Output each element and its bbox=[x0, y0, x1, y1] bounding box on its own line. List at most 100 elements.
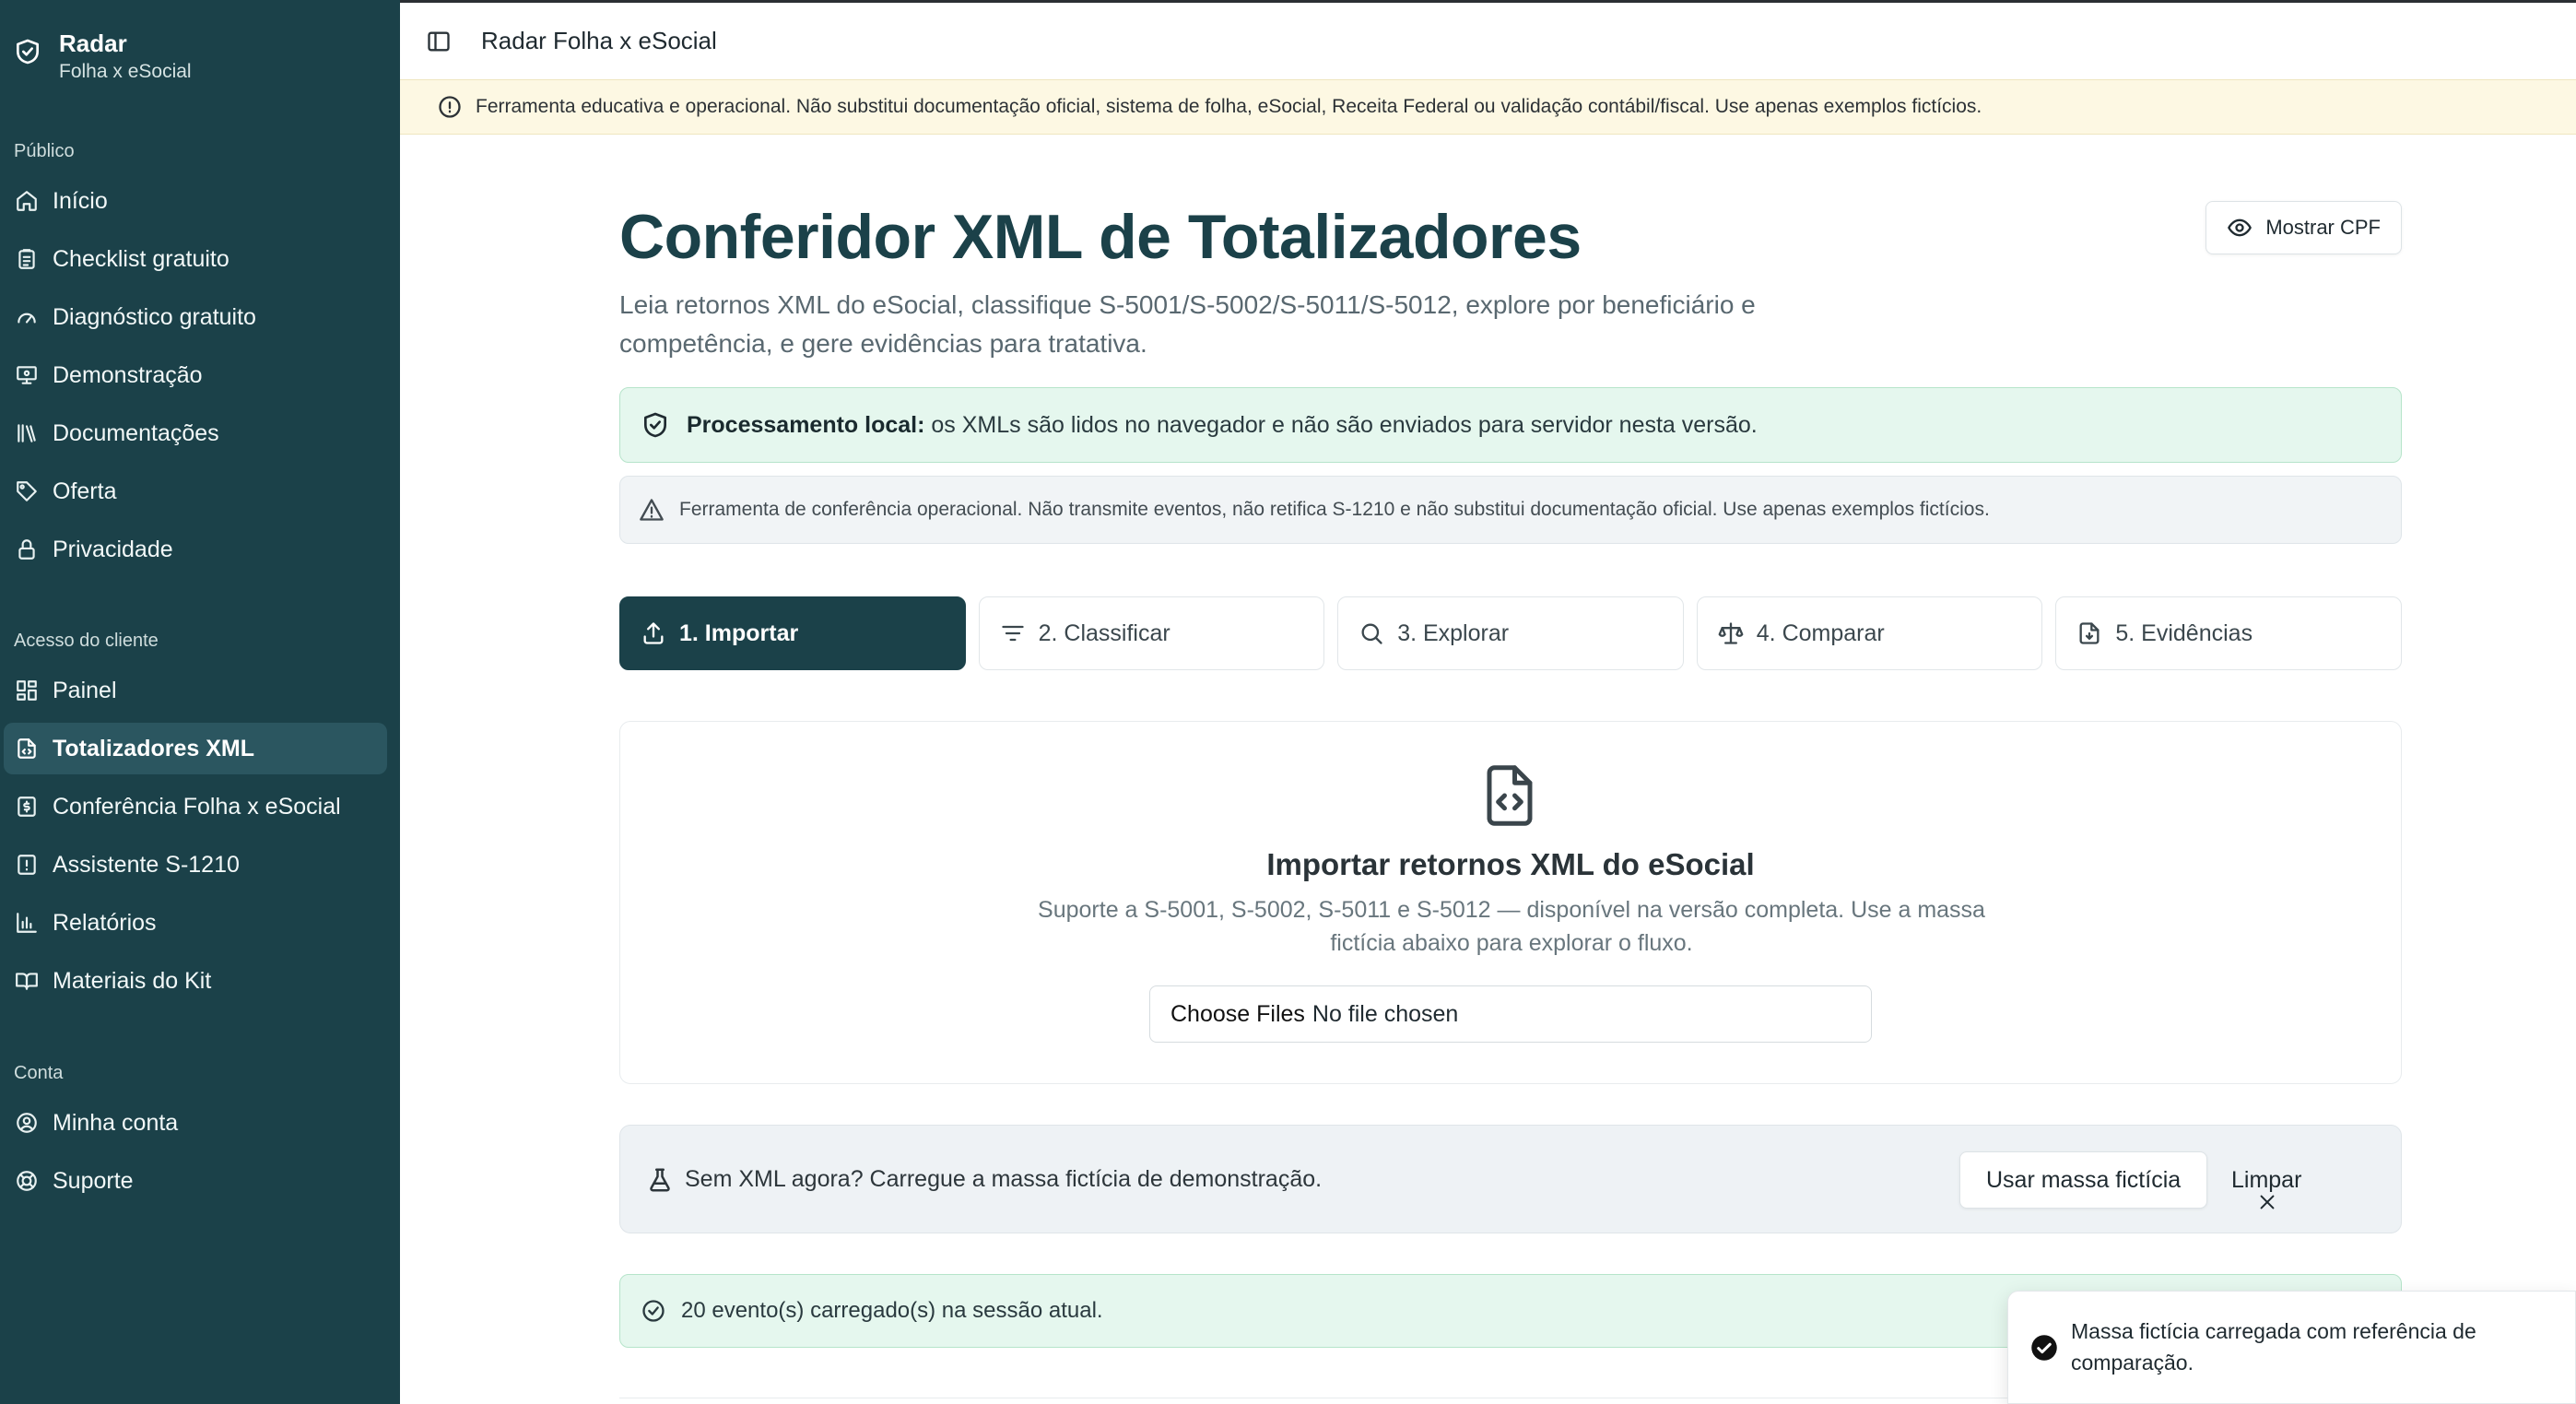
sidebar-item-label: Início bbox=[53, 187, 108, 214]
show-cpf-button[interactable]: Mostrar CPF bbox=[2205, 201, 2402, 254]
sidebar: Radar Folha x eSocial Público Início Che… bbox=[0, 0, 400, 1404]
sidebar-item-minha-conta[interactable]: Minha conta bbox=[0, 1097, 387, 1149]
nav-section-public: Público Início Checklist gratuito Diagnó… bbox=[0, 134, 400, 582]
tag-icon bbox=[17, 481, 37, 501]
step-tabs: 1. Importar 2. Classificar 3. Explorar 4… bbox=[619, 596, 2402, 670]
file-code-icon bbox=[1487, 765, 1533, 826]
use-demo-data-button[interactable]: Usar massa fictícia bbox=[1959, 1151, 2208, 1209]
brand-subtitle: Folha x eSocial bbox=[59, 61, 192, 82]
demo-data-panel: Sem XML agora? Carregue a massa fictícia… bbox=[619, 1125, 2402, 1233]
local-processing-label: Processamento local: bbox=[687, 411, 925, 438]
sidebar-item-label: Painel bbox=[53, 677, 117, 703]
disclaimer-banner: Ferramenta educativa e operacional. Não … bbox=[400, 79, 2576, 135]
clipboard-icon bbox=[18, 249, 35, 269]
sidebar-item-painel[interactable]: Painel bbox=[0, 665, 387, 716]
tab-evidencias[interactable]: 5. Evidências bbox=[2055, 596, 2402, 670]
sidebar-toggle-icon[interactable] bbox=[426, 29, 452, 54]
nav-section-account: Conta Minha conta Suporte bbox=[0, 1056, 400, 1213]
nav-heading-client: Acesso do cliente bbox=[14, 631, 159, 651]
tab-label: 3. Explorar bbox=[1397, 619, 1510, 646]
sidebar-item-relatorios[interactable]: Relatórios bbox=[0, 897, 387, 949]
search-icon bbox=[1361, 623, 1382, 644]
sidebar-item-suporte[interactable]: Suporte bbox=[0, 1155, 387, 1207]
home-icon bbox=[17, 191, 37, 211]
dashboard-icon bbox=[17, 680, 37, 701]
nav-section-client: Acesso do cliente Painel Totalizadores X… bbox=[0, 623, 400, 1013]
sidebar-item-label: Documentações bbox=[53, 419, 219, 446]
file-input[interactable]: Choose Files No file chosen bbox=[1149, 985, 1872, 1043]
user-circle-icon bbox=[17, 1113, 37, 1133]
sidebar-item-label: Privacidade bbox=[53, 536, 173, 562]
toast-notification[interactable]: Massa fictícia carregada com referência … bbox=[2007, 1291, 2576, 1404]
shield-check-icon bbox=[17, 39, 39, 65]
topbar: Radar Folha x eSocial bbox=[400, 0, 2576, 79]
import-description: Suporte a S-5001, S-5002, S-5011 e S-501… bbox=[1038, 897, 1985, 956]
sidebar-item-documentacoes[interactable]: Documentações bbox=[0, 407, 387, 459]
sidebar-item-label: Relatórios bbox=[53, 909, 157, 936]
sidebar-item-totalizadores-xml[interactable]: Totalizadores XML bbox=[4, 723, 387, 774]
sidebar-item-label: Materiais do Kit bbox=[53, 967, 212, 994]
local-processing-text: os XMLs são lidos no navegador e não são… bbox=[924, 411, 1758, 438]
sidebar-item-inicio[interactable]: Início bbox=[0, 175, 387, 227]
file-alert-icon bbox=[18, 855, 36, 875]
tab-label: 1. Importar bbox=[679, 619, 799, 646]
sidebar-item-label: Diagnóstico gratuito bbox=[53, 303, 256, 330]
choose-files-button[interactable]: Choose Files bbox=[1170, 1001, 1305, 1028]
info-circle-icon bbox=[439, 96, 461, 118]
bar-chart-icon bbox=[17, 913, 37, 933]
warning-text: Ferramenta de conferência operacional. N… bbox=[679, 499, 1990, 520]
sidebar-item-demonstracao[interactable]: Demonstração bbox=[0, 349, 387, 401]
sidebar-item-oferta[interactable]: Oferta bbox=[0, 466, 387, 517]
tab-classificar[interactable]: 2. Classificar bbox=[978, 596, 1325, 670]
tab-label: 4. Comparar bbox=[1756, 619, 1885, 646]
demo-prompt-text: Sem XML agora? Carregue a massa fictícia… bbox=[685, 1166, 1323, 1192]
close-icon bbox=[2260, 1195, 2275, 1209]
upload-icon bbox=[643, 622, 664, 644]
tab-label: 5. Evidências bbox=[2115, 619, 2253, 646]
file-code-icon bbox=[18, 738, 36, 759]
tab-comparar[interactable]: 4. Comparar bbox=[1696, 596, 2043, 670]
sidebar-item-conferencia[interactable]: Conferência Folha x eSocial bbox=[0, 781, 387, 832]
filter-icon bbox=[1001, 625, 1024, 642]
tab-label: 2. Classificar bbox=[1038, 619, 1170, 646]
nav-heading-account: Conta bbox=[14, 1063, 64, 1083]
tab-explorar[interactable]: 3. Explorar bbox=[1337, 596, 1684, 670]
library-icon bbox=[18, 424, 36, 442]
operational-warning: Ferramenta de conferência operacional. N… bbox=[619, 476, 2402, 544]
sidebar-item-materiais[interactable]: Materiais do Kit bbox=[0, 955, 387, 1007]
scale-icon bbox=[1718, 622, 1744, 644]
shield-check-icon bbox=[644, 412, 666, 438]
sidebar-item-label: Assistente S-1210 bbox=[53, 851, 240, 878]
sidebar-item-label: Suporte bbox=[53, 1167, 134, 1194]
gauge-icon bbox=[18, 313, 36, 324]
sidebar-item-label: Totalizadores XML bbox=[53, 735, 255, 761]
file-download-icon bbox=[2079, 622, 2100, 644]
check-circle-icon bbox=[642, 1300, 665, 1322]
sidebar-item-checklist[interactable]: Checklist gratuito bbox=[0, 233, 387, 285]
file-dollar-icon bbox=[18, 796, 36, 817]
lifebuoy-icon bbox=[17, 1171, 37, 1191]
loaded-status-text: 20 evento(s) carregado(s) na sessão atua… bbox=[681, 1298, 1103, 1323]
sidebar-item-diagnostico[interactable]: Diagnóstico gratuito bbox=[0, 291, 387, 343]
eye-icon bbox=[2228, 218, 2253, 237]
sidebar-item-label: Oferta bbox=[53, 478, 117, 504]
lock-icon bbox=[18, 539, 35, 560]
toast-text: Massa fictícia carregada com referência … bbox=[2071, 1319, 2476, 1375]
sidebar-item-privacidade[interactable]: Privacidade bbox=[0, 524, 387, 575]
brand[interactable]: Radar Folha x eSocial bbox=[13, 28, 192, 85]
clear-button-label: Limpar bbox=[2231, 1166, 2302, 1193]
sidebar-item-label: Checklist gratuito bbox=[53, 245, 229, 272]
sidebar-item-label: Minha conta bbox=[53, 1109, 179, 1136]
import-dropzone[interactable]: Importar retornos XML do eSocial Suporte… bbox=[619, 721, 2402, 1084]
clear-button[interactable]: Limpar bbox=[2231, 1151, 2301, 1209]
sidebar-item-label: Conferência Folha x eSocial bbox=[53, 793, 341, 820]
nav-heading-public: Público bbox=[14, 141, 75, 161]
tab-importar[interactable]: 1. Importar bbox=[619, 596, 966, 670]
book-icon bbox=[16, 973, 38, 990]
presentation-icon bbox=[17, 366, 37, 384]
sidebar-item-assistente-s1210[interactable]: Assistente S-1210 bbox=[0, 839, 387, 891]
page-description: Leia retornos XML do eSocial, classifiqu… bbox=[619, 290, 1756, 358]
topbar-title: Radar Folha x eSocial bbox=[481, 27, 717, 54]
import-heading: Importar retornos XML do eSocial bbox=[1266, 847, 1755, 881]
brand-title: Radar bbox=[59, 29, 127, 57]
